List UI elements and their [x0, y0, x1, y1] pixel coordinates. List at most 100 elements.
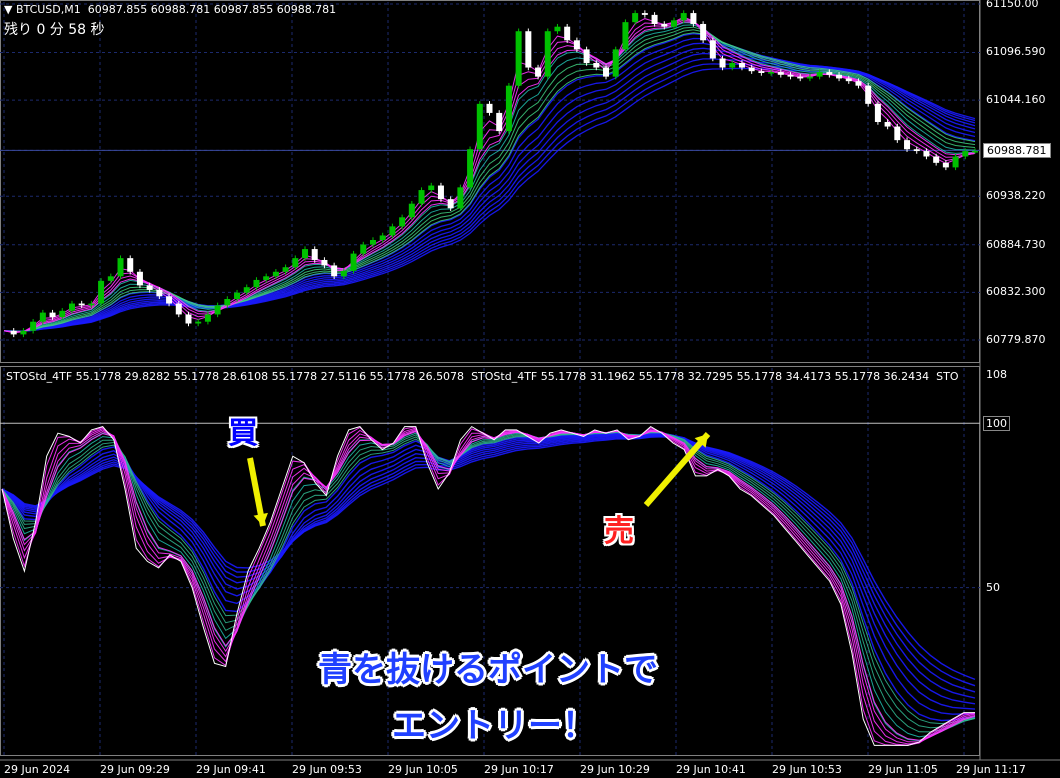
ohlc-readout: 60987.855 60988.781 60987.855 60988.781 — [87, 3, 337, 16]
candle-body — [399, 217, 406, 227]
candle-body — [641, 13, 648, 15]
time-axis-label: 29 Jun 09:41 — [196, 763, 266, 776]
candle-body — [331, 265, 338, 277]
price-axis-label: 61150.00 — [986, 0, 1039, 10]
candle-body — [146, 285, 153, 290]
candle-body — [535, 67, 542, 77]
candle-body — [39, 312, 46, 322]
candle-body — [117, 258, 124, 277]
candle-body — [505, 85, 512, 132]
candle-body — [942, 162, 949, 168]
candle-body — [302, 249, 309, 259]
caption-line-2: エントリー！ — [392, 706, 596, 746]
price-axis-label: 60832.300 — [986, 285, 1046, 299]
candle-body — [972, 151, 978, 153]
candle-body — [127, 258, 134, 272]
osc-axis-label: 108 — [986, 368, 1007, 381]
time-axis-label: 29 Jun 11:17 — [956, 763, 1026, 776]
candle-body — [573, 40, 580, 50]
buy-label: 買 — [228, 416, 258, 451]
candle-body — [845, 78, 852, 82]
candle-body — [583, 49, 590, 63]
candle-body — [729, 63, 736, 68]
candle-body — [787, 74, 794, 77]
candle-body — [515, 31, 522, 86]
candle-body — [428, 185, 435, 191]
chart-header: ▼ BTCUSD,M1 60987.855 60988.781 60987.85… — [4, 3, 336, 16]
candle-body — [166, 296, 173, 304]
candle-body — [700, 23, 707, 41]
candle-body — [826, 72, 833, 75]
candle-body — [816, 72, 823, 77]
candle-body — [593, 63, 600, 68]
candle-body — [360, 244, 367, 254]
candle-body — [884, 122, 891, 127]
price-axis-label: 60938.220 — [986, 189, 1046, 203]
candle-body — [554, 26, 561, 32]
candle-body — [136, 271, 143, 286]
candle-body — [806, 76, 813, 79]
candle-body — [282, 267, 289, 272]
candle-body — [107, 276, 114, 281]
candle-body — [263, 276, 270, 280]
price-pane-frame — [0, 0, 980, 363]
candle-body — [408, 203, 415, 218]
candle-body — [564, 26, 571, 41]
candle-body — [272, 271, 279, 277]
candle-body — [78, 303, 85, 306]
candle-body — [321, 259, 328, 266]
time-axis-label: 29 Jun 10:41 — [676, 763, 746, 776]
candle-body — [224, 299, 231, 306]
candle-body — [894, 126, 901, 141]
indicator-values-1: STOStd_4TF 55.1778 29.8282 55.1778 28.61… — [6, 370, 465, 383]
candle-body — [292, 258, 299, 268]
candle-body — [49, 312, 56, 318]
candle-body — [214, 305, 221, 315]
candle-body — [777, 72, 784, 75]
time-axis-label: 29 Jun 10:29 — [580, 763, 650, 776]
candle-body — [59, 310, 66, 318]
chart-window[interactable]: ▼ BTCUSD,M1 60987.855 60988.781 60987.85… — [0, 0, 1060, 778]
candle-body — [88, 303, 95, 306]
candle-body — [476, 103, 483, 150]
candle-body — [369, 240, 376, 245]
candle-body — [865, 85, 872, 104]
candle-body — [457, 187, 464, 209]
candle-body — [709, 40, 716, 59]
candle-body — [204, 314, 211, 322]
candle-body — [10, 330, 17, 335]
candle-body — [797, 76, 804, 79]
osc-axis-label: 50 — [986, 580, 1000, 594]
candle-body — [156, 289, 163, 297]
candle-body — [243, 287, 250, 293]
osc-magenta-line — [1, 429, 976, 743]
candle-body — [467, 149, 474, 188]
candle-body — [836, 74, 843, 79]
candle-body — [496, 112, 503, 132]
candle-body — [603, 67, 610, 77]
candle-body — [340, 270, 347, 277]
time-axis-label: 29 Jun 09:29 — [100, 763, 170, 776]
candle-body — [447, 199, 454, 209]
osc-teal-line — [1, 430, 976, 742]
candle-body — [758, 71, 765, 73]
candle-body — [389, 226, 396, 236]
indicator-label: STOStd_4TF 55.1778 29.8282 55.1778 28.61… — [6, 370, 959, 383]
candle-body — [379, 235, 386, 240]
candle-body — [661, 23, 668, 27]
price-axis-label: 60884.730 — [986, 237, 1046, 251]
countdown-timer: 残り 0 分 58 秒 — [4, 22, 105, 38]
time-axis-label: 29 Jun 11:05 — [868, 763, 938, 776]
time-axis-label: 29 Jun 10:53 — [772, 763, 842, 776]
time-axis-label: 29 Jun 09:53 — [292, 763, 362, 776]
candle-body — [651, 14, 658, 24]
candle-body — [175, 303, 182, 315]
candle-body — [68, 303, 75, 311]
indicator-values-2: STOStd_4TF 55.1778 31.1962 55.1778 32.72… — [471, 370, 930, 383]
indicator-values-3: STO — [936, 370, 959, 383]
candle-body — [748, 67, 755, 72]
candle-body — [962, 151, 969, 157]
osc-magenta-line — [1, 430, 976, 741]
candle-body — [311, 249, 318, 260]
price-axis-label: 60779.870 — [986, 332, 1046, 346]
